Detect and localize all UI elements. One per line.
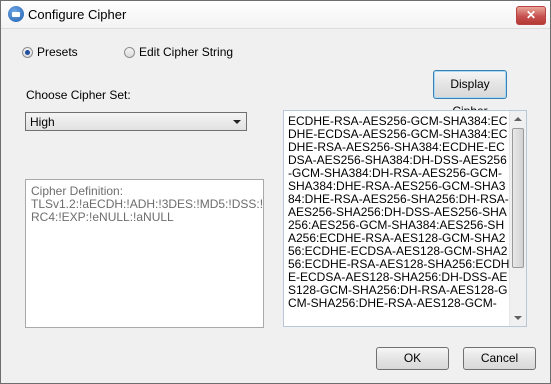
dialog-body: Presets Edit Cipher String Choose Cipher… [1,29,550,383]
app-icon [8,6,24,22]
title-bar: Configure Cipher ✕ [1,1,550,29]
presets-radio[interactable]: Presets [22,45,78,59]
edit-radio-label: Edit Cipher String [139,45,234,59]
edit-radio-indicator[interactable] [124,46,135,58]
close-button[interactable]: ✕ [516,6,546,25]
display-cipher-button[interactable]: Display Cipher [433,70,507,118]
chevron-down-icon [233,120,241,124]
cipher-set-value: High [30,115,55,129]
edit-cipher-string-radio[interactable]: Edit Cipher String [124,45,233,59]
scroll-down-icon[interactable] [514,316,522,320]
scroll-up-icon[interactable] [514,117,522,121]
cipher-list-text: ECDHE-RSA-AES256-GCM-SHA384:ECDHE-ECDSA-… [288,114,510,310]
ok-button[interactable]: OK [376,347,449,370]
choose-cipher-set-label: Choose Cipher Set: [26,88,131,102]
cancel-button[interactable]: Cancel [463,347,536,370]
cipher-definition-text: Cipher Definition: TLSv1.2:!aECDH:!ADH:!… [31,184,264,224]
cipher-list-scrollbar[interactable] [509,111,526,326]
presets-radio-label: Presets [37,45,78,59]
cipher-set-select[interactable]: High [25,112,247,131]
window-title: Configure Cipher [28,7,127,22]
cipher-list-box[interactable]: ECDHE-RSA-AES256-GCM-SHA384:ECDHE-ECDSA-… [283,110,527,327]
presets-radio-indicator[interactable] [22,46,33,58]
cipher-definition-box: Cipher Definition: TLSv1.2:!aECDH:!ADH:!… [25,179,264,328]
scrollbar-thumb[interactable] [512,128,524,268]
configure-cipher-dialog: Configure Cipher ✕ Presets Edit Cipher S… [0,0,551,384]
